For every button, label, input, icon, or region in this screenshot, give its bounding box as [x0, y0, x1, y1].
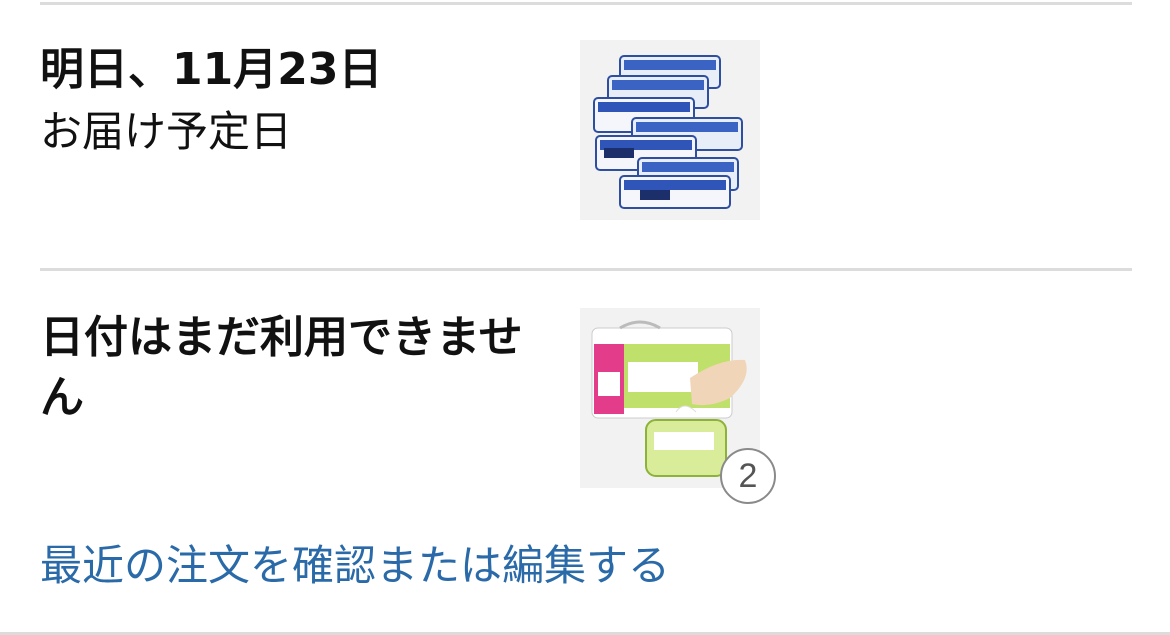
delivery-date-title: 明日、11月23日 [40, 44, 383, 95]
product-thumbnail[interactable]: 2 [580, 308, 776, 504]
edit-recent-orders-link[interactable]: 最近の注文を確認または編集する [40, 536, 670, 596]
wet-sheets-multipack-image [580, 40, 760, 220]
delivery-group-2: 日付はまだ利用できません 2 [40, 308, 1130, 504]
product-thumbnail[interactable] [580, 40, 760, 220]
quantity-badge: 2 [720, 448, 776, 504]
delivery-date-subtitle: お届け予定日 [40, 107, 293, 156]
divider-top [40, 2, 1132, 5]
divider-middle [40, 268, 1132, 271]
delivery-date-title: 日付はまだ利用できません [40, 312, 523, 423]
delivery-group-1: 明日、11月23日 お届け予定日 [40, 40, 1130, 240]
order-delivery-list: 明日、11月23日 お届け予定日 日付はまだ利用できません 2 最近の注文を確認… [0, 0, 1170, 635]
